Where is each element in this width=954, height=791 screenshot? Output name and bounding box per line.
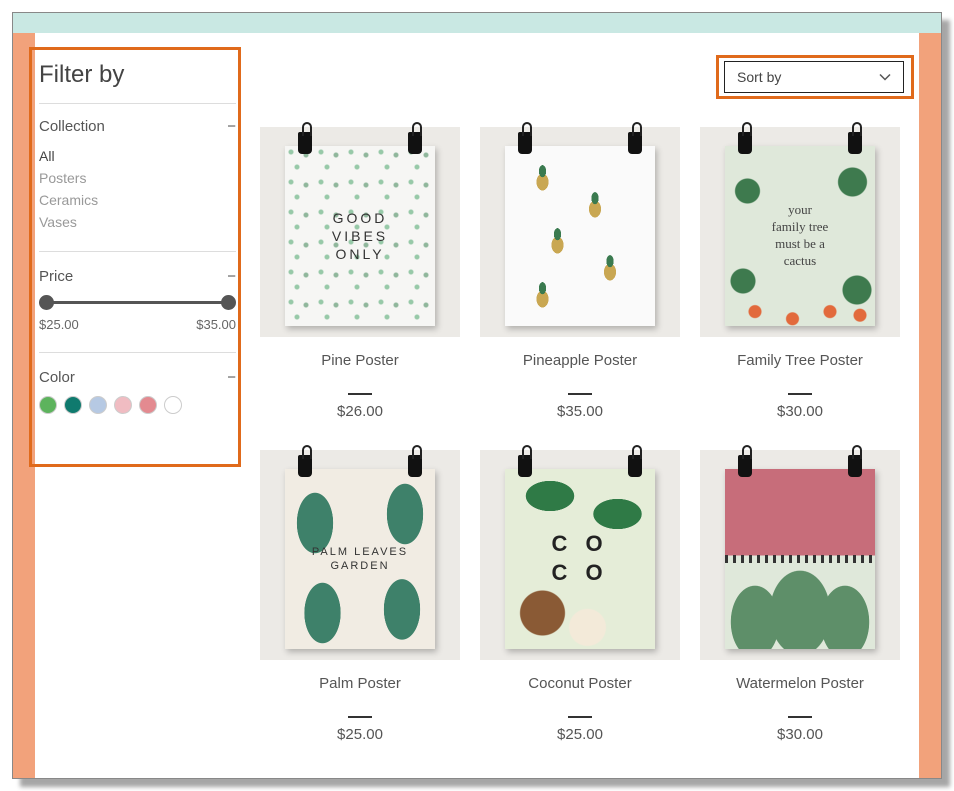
color-section-toggle[interactable]: Color − [39, 369, 250, 386]
sort-label: Sort by [737, 69, 781, 85]
price-max: $35.00 [196, 317, 236, 332]
color-swatch[interactable] [164, 396, 182, 414]
product-price: $35.00 [480, 403, 680, 420]
collection-label: Collection [39, 118, 105, 135]
binder-clip-icon [848, 132, 862, 154]
product-price: $30.00 [700, 403, 900, 420]
product-price: $25.00 [260, 726, 460, 743]
filter-title: Filter by [39, 61, 250, 89]
product-name: Pineapple Poster [480, 351, 680, 391]
color-swatch[interactable] [64, 396, 82, 414]
poster-art: yourfamily treemust be acactus [725, 146, 875, 326]
binder-clip-icon [628, 455, 642, 477]
chevron-down-icon [879, 73, 891, 81]
divider [348, 716, 372, 718]
product-thumbnail [480, 127, 680, 337]
color-swatch[interactable] [89, 396, 107, 414]
product-grid-area: Sort by GOODVIBESONLY Pine Poster $26.00 Pi… [260, 47, 919, 758]
color-swatches [39, 396, 250, 414]
product-thumbnail: GOODVIBESONLY [260, 127, 460, 337]
poster-art-text: yourfamily treemust be acactus [725, 146, 875, 326]
app-frame: Filter by Collection − AllPostersCeramic… [12, 12, 942, 779]
binder-clip-icon [298, 455, 312, 477]
slider-track-line [46, 301, 229, 304]
poster-art-text: PALM LEAVESGARDEN [285, 469, 435, 649]
binder-clip-icon [738, 132, 752, 154]
collection-item[interactable]: Vases [39, 211, 250, 233]
sort-dropdown[interactable]: Sort by [724, 61, 904, 93]
binder-clip-icon [628, 132, 642, 154]
slider-handle-max[interactable] [221, 295, 236, 310]
collection-item[interactable]: All [39, 145, 250, 167]
poster-art-text: C OC O [505, 469, 655, 649]
product-thumbnail: PALM LEAVESGARDEN [260, 450, 460, 660]
product-thumbnail: C OC O [480, 450, 680, 660]
color-label: Color [39, 369, 75, 386]
minus-icon: − [227, 373, 236, 383]
binder-clip-icon [408, 132, 422, 154]
binder-clip-icon [408, 455, 422, 477]
price-min: $25.00 [39, 317, 79, 332]
collection-section-toggle[interactable]: Collection − [39, 118, 250, 135]
binder-clip-icon [298, 132, 312, 154]
product-name: Family Tree Poster [700, 351, 900, 391]
product-card[interactable]: yourfamily treemust be acactus Family Tre… [700, 127, 900, 420]
binder-clip-icon [738, 455, 752, 477]
product-card[interactable]: Pineapple Poster $35.00 [480, 127, 680, 420]
poster-art [505, 146, 655, 326]
minus-icon: − [227, 272, 236, 282]
product-card[interactable]: GOODVIBESONLY Pine Poster $26.00 [260, 127, 460, 420]
color-swatch[interactable] [39, 396, 57, 414]
price-section-toggle[interactable]: Price − [39, 268, 250, 285]
product-name: Palm Poster [260, 674, 460, 714]
product-thumbnail: yourfamily treemust be acactus [700, 127, 900, 337]
collection-item[interactable]: Ceramics [39, 189, 250, 211]
color-swatch[interactable] [114, 396, 132, 414]
binder-clip-icon [518, 455, 532, 477]
product-card[interactable]: PALM LEAVESGARDEN Palm Poster $25.00 [260, 450, 460, 743]
poster-art: C OC O [505, 469, 655, 649]
poster-art: PALM LEAVESGARDEN [285, 469, 435, 649]
collection-list: AllPostersCeramicsVases [39, 145, 250, 233]
minus-icon: − [227, 122, 236, 132]
poster-art-text: GOODVIBESONLY [285, 146, 435, 326]
collection-item[interactable]: Posters [39, 167, 250, 189]
divider [568, 393, 592, 395]
product-card[interactable]: C OC O Coconut Poster $25.00 [480, 450, 680, 743]
slider-handle-min[interactable] [39, 295, 54, 310]
divider [788, 716, 812, 718]
binder-clip-icon [848, 455, 862, 477]
divider [39, 103, 236, 104]
divider [348, 393, 372, 395]
color-swatch[interactable] [139, 396, 157, 414]
price-slider[interactable] [39, 295, 236, 311]
product-name: Pine Poster [260, 351, 460, 391]
product-name: Coconut Poster [480, 674, 680, 714]
filter-sidebar: Filter by Collection − AllPostersCeramic… [35, 51, 250, 414]
poster-art: GOODVIBESONLY [285, 146, 435, 326]
divider [788, 393, 812, 395]
product-card[interactable]: Watermelon Poster $30.00 [700, 450, 900, 743]
product-thumbnail [700, 450, 900, 660]
divider [39, 251, 236, 252]
divider [568, 716, 592, 718]
top-band [13, 13, 941, 33]
binder-clip-icon [518, 132, 532, 154]
poster-art [725, 469, 875, 649]
product-price: $26.00 [260, 403, 460, 420]
product-name: Watermelon Poster [700, 674, 900, 714]
product-price: $25.00 [480, 726, 680, 743]
price-label: Price [39, 268, 73, 285]
divider [39, 352, 236, 353]
product-price: $30.00 [700, 726, 900, 743]
product-grid: GOODVIBESONLY Pine Poster $26.00 Pineapple … [260, 47, 919, 743]
